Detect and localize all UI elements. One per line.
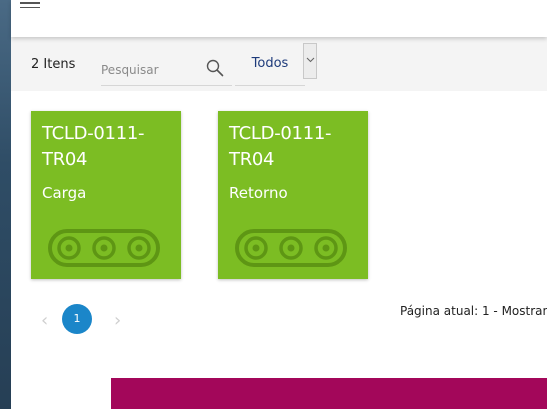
item-count: 2 Itens <box>31 57 76 72</box>
chevron-down-icon <box>306 57 315 63</box>
equipment-card[interactable]: TCLD-0111-TR04 Carga <box>31 111 181 279</box>
filter-select[interactable]: Todos <box>235 43 305 86</box>
search-icon[interactable] <box>205 58 225 78</box>
filter-dropdown-button[interactable] <box>303 43 317 79</box>
list-toolbar: 2 Itens Todos <box>11 37 547 91</box>
footer-banner <box>111 378 547 409</box>
conveyor-icon <box>235 229 347 267</box>
hamburger-icon[interactable] <box>20 2 40 10</box>
card-title: TCLD-0111-TR04 <box>42 123 145 170</box>
content-area: TCLD-0111-TR04 Carga TCLD-0111-TR04 Reto… <box>11 91 547 409</box>
pager-prev-button[interactable]: ‹ <box>41 310 48 331</box>
filter-value: Todos <box>251 56 289 71</box>
desktop-background-left <box>0 0 11 409</box>
pager-page-1[interactable]: 1 <box>62 304 92 334</box>
search-input[interactable] <box>101 60 196 80</box>
app-window: 2 Itens Todos TCLD-0111-TR04 Carga <box>11 0 547 409</box>
search-box <box>101 52 232 86</box>
page-status: Página atual: 1 - Mostrand <box>400 304 547 318</box>
top-bar <box>11 0 547 37</box>
pager-next-button[interactable]: › <box>114 310 121 331</box>
card-subtitle: Carga <box>42 184 87 202</box>
equipment-card[interactable]: TCLD-0111-TR04 Retorno <box>218 111 368 279</box>
card-title: TCLD-0111-TR04 <box>229 123 332 170</box>
card-subtitle: Retorno <box>229 184 288 202</box>
conveyor-icon <box>48 229 160 267</box>
